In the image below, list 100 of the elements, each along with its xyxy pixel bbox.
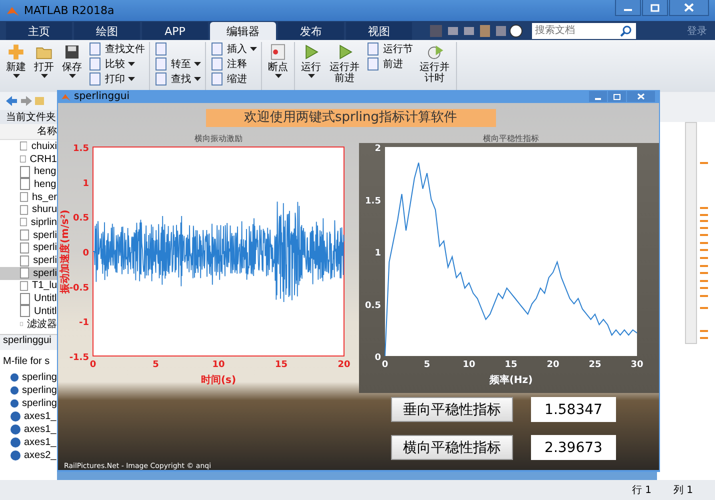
file-item[interactable]: chuixi — [0, 140, 57, 153]
toolbar-button[interactable]: 打开 — [32, 42, 56, 79]
sign-in-link[interactable]: 登录 — [687, 24, 707, 38]
toolbar-button[interactable]: 运行并前进 — [327, 42, 362, 85]
tick-label: 20 — [337, 360, 350, 370]
panel-header: 当前文件夹 — [0, 110, 57, 124]
compute-button[interactable]: 横向平稳性指标 — [391, 435, 513, 460]
tick-label: -1.5 — [68, 353, 88, 363]
close-icon — [684, 3, 694, 12]
function-item[interactable]: axes1_ — [0, 436, 57, 450]
tick-label: 0 — [82, 248, 88, 258]
compute-button[interactable]: 垂向平稳性指标 — [391, 397, 513, 422]
file-description: M-file for s — [2, 355, 51, 370]
ribbon-tab[interactable]: 视图 — [346, 22, 412, 40]
file-icon — [20, 254, 30, 267]
ribbon-tab[interactable]: 编辑器 — [210, 22, 276, 40]
file-item[interactable]: sperli — [0, 266, 57, 280]
toolbar-button[interactable]: 比较 — [88, 57, 145, 71]
tick-label: 30 — [630, 360, 643, 370]
tick-label: 0 — [374, 353, 380, 363]
figure-title: sperlinggui — [74, 91, 130, 102]
axis-label: 时间(s) — [200, 375, 236, 386]
toolbar-button[interactable]: 新建 — [4, 42, 28, 79]
document-icon — [88, 57, 102, 71]
file-item[interactable]: heng — [0, 178, 57, 191]
maximize-button[interactable] — [608, 91, 626, 102]
function-item[interactable]: axes1_ — [0, 423, 57, 436]
function-icon — [10, 424, 21, 436]
function-item[interactable]: sperling — [0, 397, 57, 410]
welcome-banner: 欢迎使用两键式sprling指标计算软件 — [206, 109, 496, 127]
file-item[interactable]: Untitl — [0, 304, 57, 318]
file-item[interactable]: hs_er — [0, 190, 57, 204]
file-item[interactable]: T1_lu — [0, 280, 57, 292]
file-icon — [20, 267, 30, 280]
document-icon — [366, 57, 380, 71]
close-button[interactable] — [627, 91, 655, 102]
document-icon — [154, 72, 168, 86]
toolbar-button[interactable]: 保存 — [60, 42, 84, 79]
function-item[interactable]: axes1_ — [0, 410, 57, 424]
file-item[interactable]: siprlin — [0, 216, 57, 229]
file-item[interactable]: heng — [0, 165, 57, 178]
search-button[interactable] — [619, 22, 633, 38]
toolbar-button[interactable]: 查找 — [154, 72, 201, 86]
status-column: 列 1 — [673, 483, 693, 497]
window-title: MATLAB R2018a — [24, 4, 114, 17]
maximize-button[interactable] — [642, 0, 668, 16]
tick-label: -1 — [78, 318, 88, 328]
status-row-text: 行 1 — [632, 484, 652, 497]
function-icon — [10, 437, 21, 448]
function-icon — [10, 372, 19, 384]
scrollbar[interactable] — [685, 122, 697, 344]
file-icon — [20, 229, 30, 242]
plot-title: 横向振动激励 — [194, 134, 242, 143]
tick-label: 0.5 — [364, 300, 380, 311]
result-field: 1.58347 — [531, 397, 616, 422]
ribbon-tab[interactable]: APP — [142, 22, 208, 40]
toolbar-button[interactable]: 插入 — [210, 42, 257, 56]
minimize-button[interactable] — [589, 91, 607, 102]
toolbar-button[interactable]: 注释 — [210, 57, 257, 71]
clock-icon — [426, 43, 444, 61]
maximize-icon — [613, 94, 621, 100]
toolbar-button[interactable]: 运行节 — [366, 42, 413, 56]
tick-label: 15 — [504, 360, 517, 370]
function-item[interactable]: sperling — [0, 371, 57, 384]
toolbar-button[interactable]: 转至 — [154, 57, 201, 71]
tick-label: 0 — [89, 360, 96, 370]
ribbon-tab[interactable]: 发布 — [278, 22, 344, 40]
navigation-arrows-icon[interactable] — [5, 95, 45, 107]
function-item[interactable]: sperling — [0, 384, 57, 398]
tick-label: 5 — [423, 360, 430, 370]
toolbar-button[interactable]: 运行并计时 — [417, 42, 452, 85]
document-icon — [88, 72, 102, 86]
file-item[interactable]: 滤波器 — [0, 318, 57, 330]
function-item[interactable]: axes2_ — [0, 449, 57, 462]
file-item[interactable]: CRH1 — [0, 152, 57, 166]
tick-label: 10 — [212, 360, 224, 370]
breakpoint-icon — [269, 43, 287, 61]
function-icon — [10, 411, 21, 422]
quick-access-icons[interactable] — [428, 24, 524, 38]
toolbar-button[interactable]: 前进 — [366, 57, 413, 71]
tick-label: 1 — [82, 178, 88, 189]
file-item[interactable]: Untitl — [0, 292, 57, 305]
ribbon-tab[interactable]: 绘图 — [74, 22, 140, 40]
toolbar-button[interactable]: 断点 — [266, 42, 290, 79]
document-icon — [154, 42, 168, 56]
minimize-button[interactable] — [615, 0, 641, 16]
document-icon — [210, 42, 224, 56]
file-icon — [20, 292, 30, 305]
document-icon — [366, 42, 380, 56]
file-item[interactable]: shuru — [0, 203, 57, 216]
toolbar-button[interactable]: 查找文件 — [88, 42, 145, 56]
file-item[interactable]: sperli — [0, 242, 57, 254]
toolbar-button[interactable]: 打印 — [88, 72, 145, 86]
toolbar-button[interactable]: 运行 — [299, 42, 323, 79]
close-button[interactable] — [669, 0, 709, 16]
column-header[interactable]: 名称 — [0, 124, 57, 140]
file-item[interactable]: sperli — [0, 254, 57, 267]
file-item[interactable]: sperli — [0, 228, 57, 242]
toolbar-button[interactable]: 缩进 — [210, 72, 257, 86]
ribbon-tab[interactable]: 主页 — [6, 22, 72, 40]
